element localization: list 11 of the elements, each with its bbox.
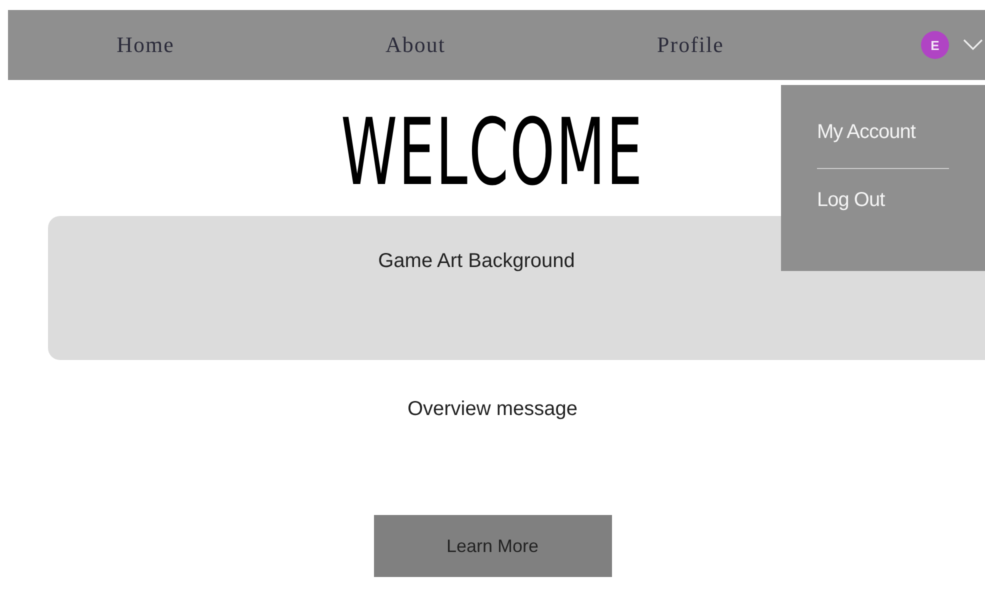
welcome-heading: WELCOME (341, 98, 644, 208)
nav-link[interactable]: Profile (657, 32, 724, 58)
learn-more-button[interactable]: Learn More (374, 515, 612, 577)
menu-item[interactable]: Log Out (817, 189, 949, 212)
user-avatar[interactable]: E (921, 31, 949, 59)
nav-link[interactable]: Home (116, 32, 174, 58)
overview-text: Overview message (407, 398, 578, 421)
chevron-down-icon[interactable] (963, 39, 983, 51)
nav-link[interactable]: About (386, 32, 446, 58)
menu-item[interactable]: My Account (817, 121, 949, 144)
banner-label: Game Art Background (378, 250, 575, 274)
